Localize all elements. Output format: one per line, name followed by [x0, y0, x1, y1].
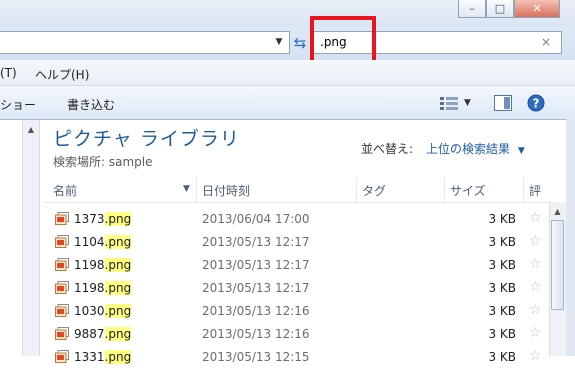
- file-date: 2013/05/13 12:17: [202, 258, 310, 272]
- file-size: 3 KB: [488, 304, 516, 318]
- slideshow-button[interactable]: ショー: [0, 96, 36, 113]
- address-bar[interactable]: [0, 31, 290, 54]
- image-file-icon: [55, 304, 69, 317]
- file-date: 2013/05/13 12:15: [202, 350, 310, 364]
- file-name: 9887.png: [74, 327, 132, 341]
- column-rating[interactable]: 評: [529, 182, 541, 199]
- file-row[interactable]: 1030.png 2013/05/13 12:16 3 KB ☆: [44, 301, 549, 323]
- file-basename: 1030: [74, 304, 105, 318]
- file-extension-match: .png: [104, 212, 132, 226]
- file-size: 3 KB: [488, 258, 516, 272]
- file-extension-match: .png: [104, 235, 132, 249]
- rating-star-icon[interactable]: ☆: [529, 233, 542, 249]
- column-divider[interactable]: [356, 178, 357, 202]
- rating-star-icon[interactable]: ☆: [529, 302, 542, 318]
- file-row[interactable]: 1373.png 2013/06/04 17:00 3 KB ☆: [44, 209, 549, 231]
- search-highlight-box: [310, 16, 376, 64]
- file-basename: 1373: [74, 212, 105, 226]
- file-extension-match: .png: [104, 258, 132, 272]
- column-name[interactable]: 名前: [53, 182, 77, 199]
- close-button[interactable]: ✕: [514, 0, 560, 18]
- chevron-down-icon[interactable]: ▼: [271, 35, 287, 49]
- menu-item-tools[interactable]: (T): [0, 66, 17, 80]
- scroll-up-icon[interactable]: ▲: [549, 204, 566, 218]
- menu-item-help[interactable]: ヘルプ(H): [35, 66, 89, 83]
- image-file-icon: [55, 327, 69, 340]
- file-size: 3 KB: [488, 235, 516, 249]
- image-file-icon: [55, 350, 69, 363]
- preview-pane-icon[interactable]: [494, 95, 512, 111]
- file-row[interactable]: 1104.png 2013/05/13 12:17 3 KB ☆: [44, 232, 549, 254]
- column-size[interactable]: サイズ: [450, 182, 486, 199]
- column-tags[interactable]: タグ: [362, 182, 386, 199]
- file-name: 1198.png: [74, 258, 132, 272]
- column-date[interactable]: 日付時刻: [202, 182, 250, 199]
- column-divider[interactable]: [196, 178, 197, 202]
- sort-label: 並べ替え:: [361, 142, 414, 156]
- file-date: 2013/05/13 12:16: [202, 327, 310, 341]
- file-size: 3 KB: [488, 350, 516, 364]
- file-row[interactable]: 9887.png 2013/05/13 12:16 3 KB ☆: [44, 324, 549, 346]
- rating-star-icon[interactable]: ☆: [529, 210, 542, 226]
- file-size: 3 KB: [488, 281, 516, 295]
- file-extension-match: .png: [104, 304, 132, 318]
- navigation-scrollbar[interactable]: [23, 120, 40, 356]
- sort-dropdown[interactable]: 上位の検索結果 ▼: [426, 140, 525, 157]
- file-row[interactable]: 1198.png 2013/05/13 12:17 3 KB ☆: [44, 255, 549, 277]
- column-sort-icon[interactable]: ▼: [183, 184, 190, 194]
- image-file-icon: [55, 212, 69, 225]
- view-dropdown-icon[interactable]: ▼: [464, 98, 471, 108]
- file-name: 1198.png: [74, 281, 132, 295]
- rating-star-icon[interactable]: ☆: [529, 325, 542, 341]
- file-basename: 1104: [74, 235, 105, 249]
- sort-arrow-icon: ▼: [517, 146, 525, 156]
- burn-button[interactable]: 書き込む: [67, 96, 115, 113]
- column-divider[interactable]: [444, 178, 445, 202]
- file-name: 1373.png: [74, 212, 132, 226]
- rating-star-icon[interactable]: ☆: [529, 256, 542, 272]
- file-name: 1030.png: [74, 304, 132, 318]
- file-extension-match: .png: [104, 281, 132, 295]
- scrollbar-thumb[interactable]: [551, 220, 564, 310]
- library-title: ピクチャ ライブラリ: [53, 128, 240, 150]
- image-file-icon: [55, 258, 69, 271]
- help-icon[interactable]: ?: [527, 94, 545, 112]
- file-row[interactable]: 1331.png 2013/05/13 12:15 3 KB ☆: [44, 347, 549, 369]
- clear-search-icon[interactable]: ×: [541, 35, 551, 49]
- file-row[interactable]: 1198.png 2013/05/13 12:17 3 KB ☆: [44, 278, 549, 300]
- file-date: 2013/05/13 12:17: [202, 235, 310, 249]
- rating-star-icon[interactable]: ☆: [529, 279, 542, 295]
- view-options-icon[interactable]: [440, 96, 458, 110]
- svg-text:?: ?: [533, 97, 540, 111]
- refresh-icon[interactable]: ⇆: [290, 34, 310, 52]
- image-file-icon: [55, 235, 69, 248]
- file-name: 1331.png: [74, 350, 132, 364]
- search-location: 検索場所: sample: [53, 155, 153, 169]
- window-border: [566, 119, 575, 356]
- file-basename: 1331: [74, 350, 105, 364]
- minimize-button[interactable]: –: [458, 0, 486, 18]
- scroll-up-icon[interactable]: ▲: [23, 122, 39, 136]
- file-name: 1104.png: [74, 235, 132, 249]
- file-date: 2013/06/04 17:00: [202, 212, 310, 226]
- rating-star-icon[interactable]: ☆: [529, 348, 542, 364]
- image-file-icon: [55, 281, 69, 294]
- file-date: 2013/05/13 12:17: [202, 281, 310, 295]
- maximize-button[interactable]: □: [486, 0, 514, 18]
- file-basename: 1198: [74, 258, 105, 272]
- sort-value: 上位の検索結果: [426, 142, 511, 156]
- maximize-icon: □: [494, 2, 506, 15]
- navigation-pane[interactable]: [0, 120, 23, 356]
- file-basename: 1198: [74, 281, 105, 295]
- file-basename: 9887: [74, 327, 105, 341]
- column-header: [44, 178, 575, 203]
- file-extension-match: .png: [104, 350, 132, 364]
- file-extension-match: .png: [104, 327, 132, 341]
- file-size: 3 KB: [488, 327, 516, 341]
- file-size: 3 KB: [488, 212, 516, 226]
- column-divider[interactable]: [523, 178, 524, 202]
- minimize-icon: –: [469, 2, 475, 15]
- file-date: 2013/05/13 12:16: [202, 304, 310, 318]
- close-icon: ✕: [532, 2, 542, 15]
